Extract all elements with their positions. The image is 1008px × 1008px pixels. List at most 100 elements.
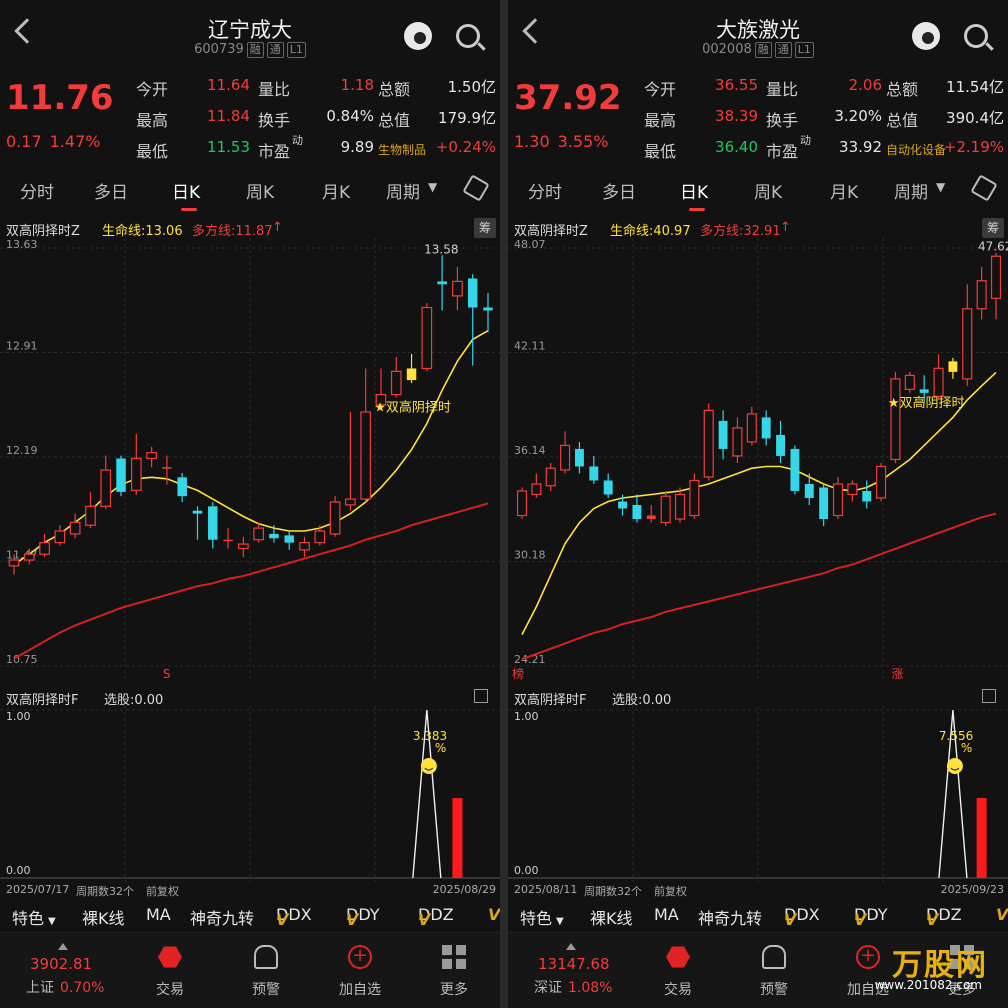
- candle[interactable]: [390, 356, 402, 398]
- candle[interactable]: [545, 462, 556, 491]
- chip-button[interactable]: 筹: [982, 218, 1004, 238]
- nav-label-0[interactable]: 交易: [648, 979, 708, 999]
- index-value[interactable]: 13147.68: [538, 955, 610, 973]
- candle[interactable]: [689, 473, 700, 520]
- add-watchlist-icon[interactable]: +: [856, 945, 880, 969]
- tool-item-4[interactable]: V DDX: [784, 905, 820, 929]
- candle[interactable]: [660, 490, 671, 527]
- candle[interactable]: [406, 353, 417, 383]
- nav-label-3[interactable]: 更多: [424, 979, 484, 999]
- candle[interactable]: [847, 480, 858, 502]
- candle[interactable]: [904, 371, 915, 393]
- candle[interactable]: [531, 473, 542, 498]
- candle[interactable]: [776, 420, 785, 463]
- candle[interactable]: [130, 433, 142, 495]
- candle[interactable]: [516, 487, 528, 520]
- tab-5[interactable]: 周期: [386, 178, 420, 203]
- candle[interactable]: [39, 533, 50, 558]
- candle[interactable]: [483, 292, 493, 333]
- indicator-name[interactable]: 双高阴择时Z: [6, 220, 80, 239]
- tab-5[interactable]: 周期: [894, 178, 928, 203]
- expand-icon[interactable]: [982, 689, 996, 703]
- candle[interactable]: [832, 476, 844, 520]
- candle[interactable]: [69, 513, 81, 539]
- settings-hex-icon[interactable]: [462, 174, 490, 202]
- candle[interactable]: [718, 410, 728, 460]
- candle[interactable]: [790, 445, 800, 495]
- candle[interactable]: [890, 371, 901, 463]
- candle[interactable]: [100, 455, 112, 510]
- search-icon[interactable]: [964, 24, 988, 48]
- candle[interactable]: [452, 266, 463, 311]
- more-grid-icon[interactable]: [442, 945, 466, 969]
- tool-item-2[interactable]: MA: [146, 905, 171, 924]
- candle[interactable]: [962, 284, 973, 386]
- candle[interactable]: [862, 480, 872, 509]
- candle[interactable]: [819, 483, 829, 527]
- add-watchlist-icon[interactable]: +: [348, 945, 372, 969]
- candle[interactable]: [238, 536, 249, 558]
- candle[interactable]: [360, 368, 372, 502]
- indicator-name[interactable]: 双高阴择时Z: [514, 220, 588, 239]
- tool-item-4[interactable]: V DDX: [276, 905, 312, 929]
- kline-chart[interactable]: 48.07 42.11 36.14 30.18 24.21 47.62 ★双高阴择时涨 榜: [508, 238, 1008, 680]
- adjust-mode[interactable]: 前复权: [146, 883, 179, 899]
- tab-1[interactable]: 多日: [602, 178, 636, 203]
- index-value[interactable]: 3902.81: [30, 955, 92, 973]
- chip-button[interactable]: 筹: [474, 218, 496, 238]
- candle[interactable]: [632, 494, 642, 523]
- settings-hex-icon[interactable]: [970, 174, 998, 202]
- adjust-mode[interactable]: 前复权: [654, 883, 687, 899]
- candle[interactable]: [976, 266, 987, 320]
- tab-4[interactable]: 月K: [322, 178, 350, 203]
- candle[interactable]: [933, 354, 944, 400]
- candle[interactable]: [674, 487, 686, 523]
- alert-bell-icon[interactable]: [254, 945, 278, 969]
- candle[interactable]: [560, 431, 571, 474]
- tab-2[interactable]: 日K: [172, 178, 200, 211]
- trade-icon[interactable]: [158, 946, 182, 968]
- chevron-down-icon[interactable]: ▼: [936, 180, 945, 194]
- candle[interactable]: [746, 406, 757, 446]
- tool-item-6[interactable]: V DDZ: [926, 905, 962, 929]
- tab-0[interactable]: 分时: [528, 178, 562, 203]
- kline-chart[interactable]: 13.6312.9112.1911.4710.7513.58★双高阴择时S: [0, 238, 500, 680]
- chevron-down-icon[interactable]: ▼: [428, 180, 437, 194]
- candle[interactable]: [467, 274, 478, 366]
- tool-item-3[interactable]: 神奇九转: [698, 905, 762, 929]
- candle[interactable]: [116, 455, 126, 497]
- candle[interactable]: [421, 303, 433, 372]
- nav-label-1[interactable]: 预警: [236, 979, 296, 999]
- tool-item-5[interactable]: V DDY: [854, 905, 888, 929]
- assistant-robot-icon[interactable]: [912, 22, 940, 50]
- candle[interactable]: [146, 446, 157, 468]
- candle[interactable]: [589, 455, 599, 484]
- tab-1[interactable]: 多日: [94, 178, 128, 203]
- candle[interactable]: [732, 417, 743, 463]
- tab-0[interactable]: 分时: [20, 178, 54, 203]
- candle[interactable]: [603, 473, 613, 498]
- search-icon[interactable]: [456, 24, 480, 48]
- alert-bell-icon[interactable]: [762, 945, 786, 969]
- candle[interactable]: [761, 410, 771, 446]
- tool-item-1[interactable]: 裸K线: [82, 905, 125, 929]
- candle[interactable]: [284, 531, 294, 550]
- tool-item-2[interactable]: MA: [654, 905, 679, 924]
- expand-icon[interactable]: [474, 689, 488, 703]
- candle[interactable]: [575, 441, 584, 474]
- candle[interactable]: [948, 357, 958, 379]
- candle[interactable]: [223, 528, 233, 549]
- trade-icon[interactable]: [666, 946, 690, 968]
- tool-item-3[interactable]: 神奇九转: [190, 905, 254, 929]
- candle[interactable]: [646, 505, 656, 523]
- tool-item-6[interactable]: V DDZ: [418, 905, 454, 929]
- sub-indicator-chart[interactable]: 1.000.007.556%: [508, 706, 1008, 882]
- sector-name[interactable]: 生物制品: [378, 141, 426, 158]
- candle[interactable]: [329, 496, 341, 537]
- candle[interactable]: [177, 472, 187, 502]
- candle[interactable]: [437, 255, 447, 311]
- candle[interactable]: [54, 525, 66, 546]
- sub-indicator-chart[interactable]: 1.000.003.383%: [0, 706, 500, 882]
- nav-label-1[interactable]: 预警: [744, 979, 804, 999]
- candle[interactable]: [345, 412, 356, 511]
